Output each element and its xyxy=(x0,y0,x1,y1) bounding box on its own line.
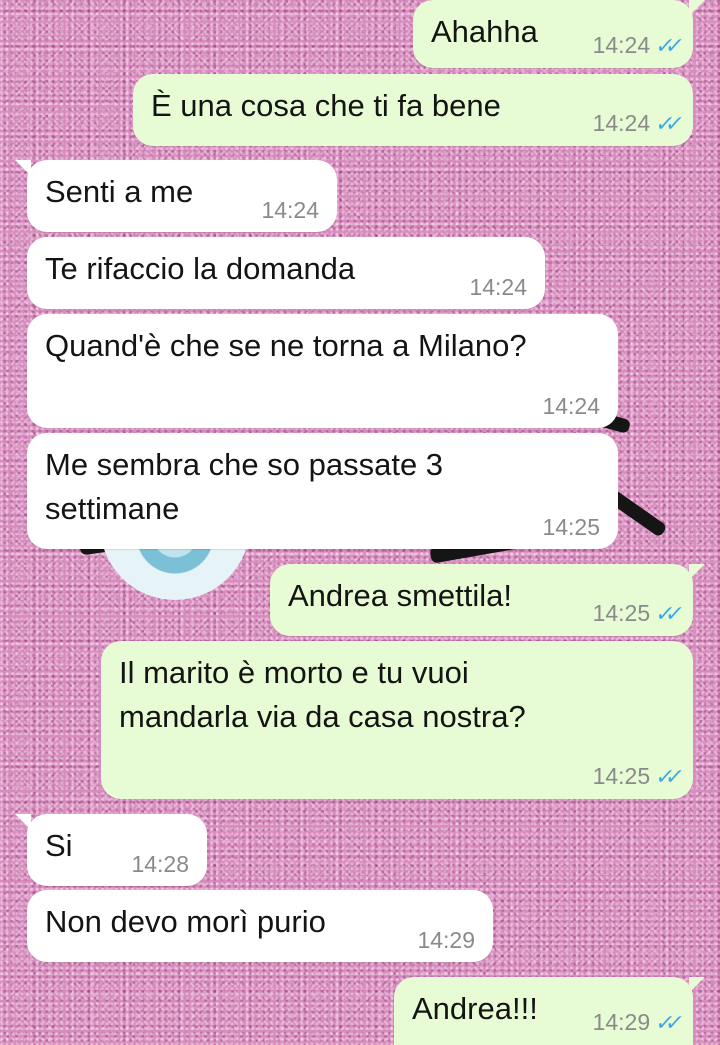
message-text: Te rifaccio la domanda xyxy=(45,251,356,286)
message-bubble-outgoing[interactable]: Il marito è morto e tu vuoi mandarla via… xyxy=(101,641,693,799)
message-time: 14:29 xyxy=(592,1009,651,1035)
message-time: 14:29 xyxy=(417,927,475,953)
message-text: Ahahha xyxy=(431,14,538,49)
message-text: Andrea smettila! xyxy=(288,578,512,613)
message-time: 14:25 xyxy=(592,600,651,626)
message-time: 14:24 xyxy=(542,393,600,419)
message-meta: 14:24 ✓✓ xyxy=(592,31,678,60)
message-time: 14:24 xyxy=(469,274,527,300)
bubble-tail xyxy=(689,564,705,580)
message-bubble-outgoing[interactable]: Andrea smettila! 14:25 ✓✓ xyxy=(270,564,705,636)
double-check-icon: ✓✓ xyxy=(654,764,678,789)
message-bubble-incoming[interactable]: Non devo morì purio 14:29 xyxy=(27,890,493,962)
message-bubble-outgoing[interactable]: Ahahha 14:24 ✓✓ xyxy=(413,0,705,68)
message-text: Me sembra che so passate 3 settimane xyxy=(45,447,444,526)
message-text: Quand'è che se ne torna a Milano? xyxy=(45,328,527,363)
bubble-tail xyxy=(15,814,31,830)
message-bubble-outgoing[interactable]: Andrea!!! 14:29 ✓✓ xyxy=(394,977,705,1045)
message-time: 14:28 xyxy=(131,851,189,877)
double-check-icon: ✓✓ xyxy=(654,33,678,58)
message-meta: 14:25 ✓✓ xyxy=(592,762,678,791)
message-time: 14:24 xyxy=(592,32,651,58)
message-text: Senti a me xyxy=(45,174,194,209)
message-meta: 14:25 ✓✓ xyxy=(592,599,678,628)
double-check-icon: ✓✓ xyxy=(654,1010,678,1035)
message-time: 14:25 xyxy=(592,763,651,789)
message-text: Il marito è morto e tu vuoi mandarla via… xyxy=(119,655,526,734)
bubble-tail xyxy=(15,160,31,176)
message-bubble-incoming[interactable]: Senti a me 14:24 xyxy=(15,160,337,232)
message-text: Si xyxy=(45,828,73,863)
message-time: 14:25 xyxy=(542,514,600,540)
message-time: 14:24 xyxy=(592,110,651,136)
message-meta: 14:29 ✓✓ xyxy=(592,1008,678,1037)
message-bubble-incoming[interactable]: Me sembra che so passate 3 settimane 14:… xyxy=(27,433,618,549)
message-text: Andrea!!! xyxy=(412,991,538,1026)
message-text: Non devo morì purio xyxy=(45,904,326,939)
bubble-tail xyxy=(689,0,705,16)
message-bubble-outgoing[interactable]: È una cosa che ti fa bene 14:24 ✓✓ xyxy=(133,74,693,146)
message-bubble-incoming[interactable]: Te rifaccio la domanda 14:24 xyxy=(27,237,545,309)
message-bubble-incoming[interactable]: Si 14:28 xyxy=(15,814,207,886)
bubble-tail xyxy=(689,977,705,993)
message-bubble-incoming[interactable]: Quand'è che se ne torna a Milano? 14:24 xyxy=(27,314,618,428)
double-check-icon: ✓✓ xyxy=(654,601,678,626)
message-text: È una cosa che ti fa bene xyxy=(151,88,501,123)
message-meta: 14:24 ✓✓ xyxy=(592,109,678,138)
message-time: 14:24 xyxy=(261,197,319,223)
double-check-icon: ✓✓ xyxy=(654,111,678,136)
